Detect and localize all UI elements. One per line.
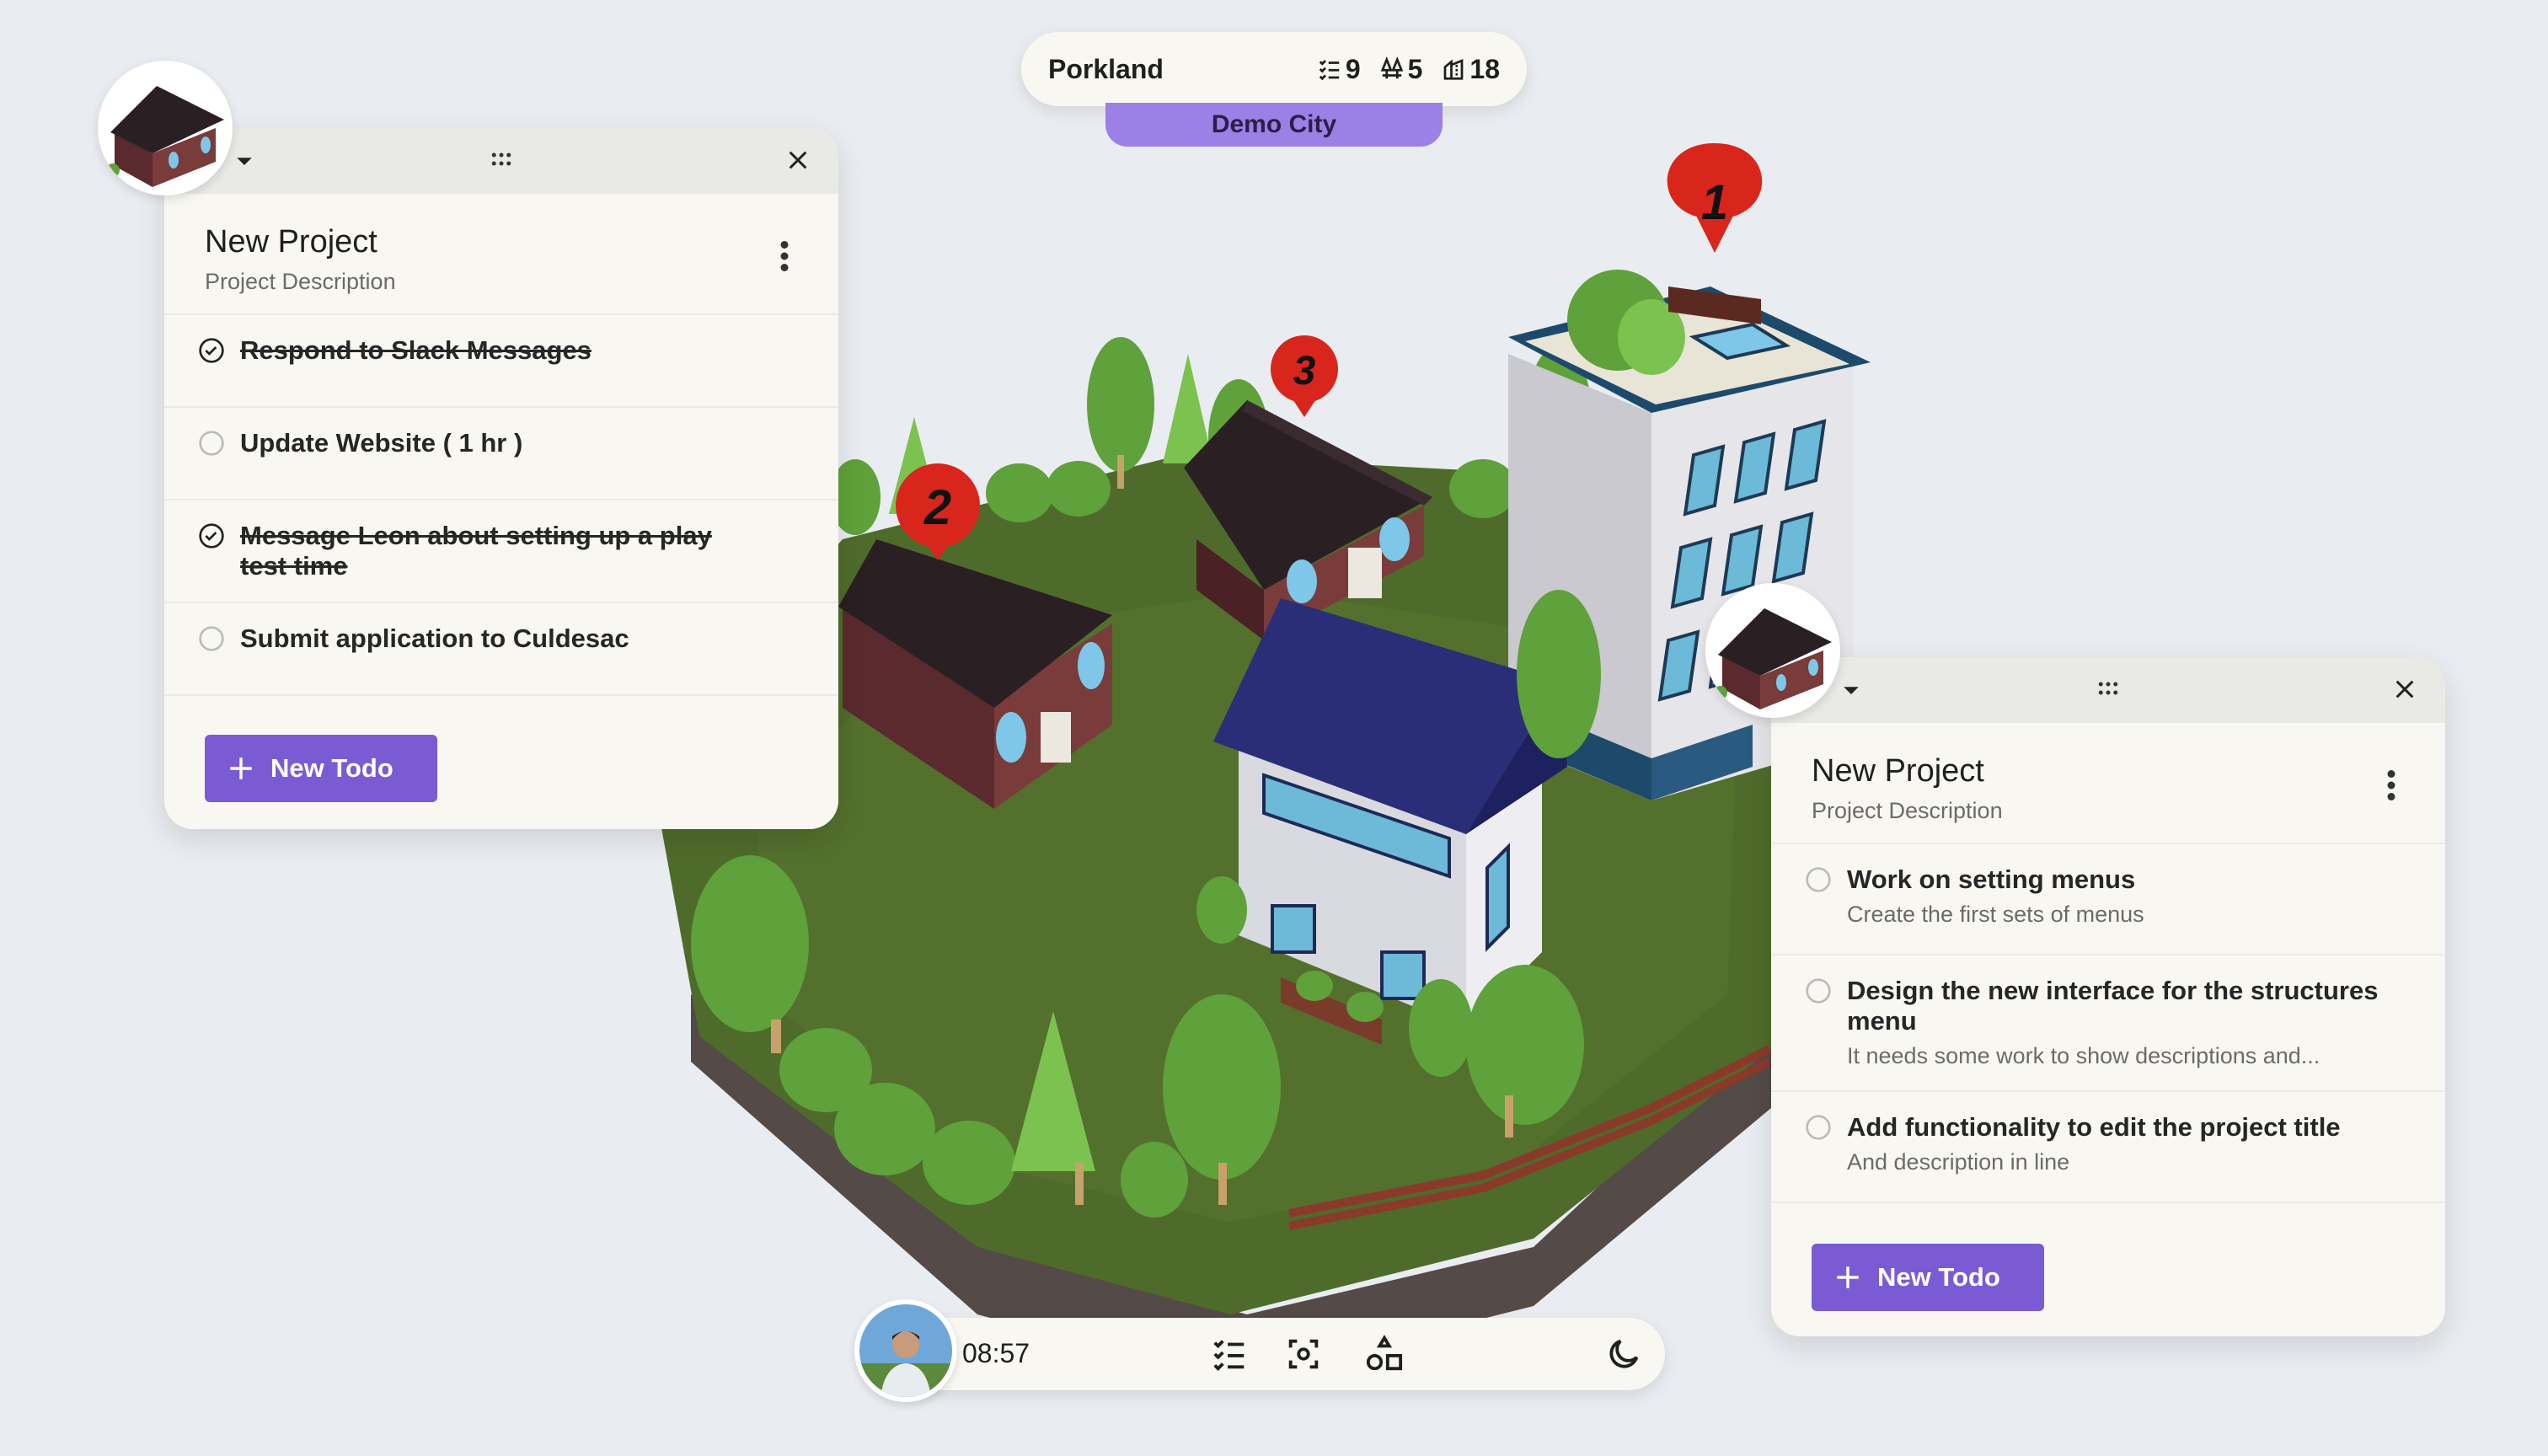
shapes-button[interactable] xyxy=(1365,1335,1404,1373)
project-description[interactable]: Project Description xyxy=(1812,798,2405,824)
todo-item[interactable]: Submit application to Culdesac xyxy=(164,603,838,696)
svg-text:2: 2 xyxy=(923,480,951,535)
todo-list-button[interactable] xyxy=(1210,1335,1249,1373)
unchecked-circle-icon[interactable] xyxy=(1805,1114,1832,1141)
tree-count: 5 xyxy=(1379,54,1422,85)
todo-item[interactable]: Update Website ( 1 hr ) xyxy=(164,408,838,500)
plus-icon xyxy=(230,757,252,779)
todo-title: Add functionality to edit the project ti… xyxy=(1847,1112,2341,1142)
drag-handle-icon[interactable] xyxy=(2096,676,2121,701)
todo-count: 9 xyxy=(1317,54,1361,85)
project-title[interactable]: New Project xyxy=(205,224,798,260)
project-panel-right: New Project Project Description Work on … xyxy=(1771,657,2445,1336)
todo-subtitle: Create the first sets of menus xyxy=(1847,902,2144,927)
todo-item[interactable]: Work on setting menus Create the first s… xyxy=(1771,844,2445,956)
more-options-icon[interactable] xyxy=(779,241,790,271)
panel-header[interactable] xyxy=(164,128,838,194)
new-todo-button[interactable]: New Todo xyxy=(205,735,437,802)
chevron-down-icon[interactable] xyxy=(232,148,257,174)
panel-header[interactable] xyxy=(1771,657,2445,723)
buildings-icon xyxy=(1444,58,1464,80)
unchecked-circle-icon[interactable] xyxy=(1805,866,1832,893)
todo-title: Respond to Slack Messages xyxy=(240,335,592,365)
unchecked-circle-icon[interactable] xyxy=(198,625,225,652)
house-icon xyxy=(1714,608,1832,709)
trees-icon xyxy=(1380,56,1403,79)
city-name: Porkland xyxy=(1048,53,1164,84)
user-avatar[interactable] xyxy=(854,1299,957,1402)
todo-subtitle: And description in line xyxy=(1847,1149,2070,1175)
todo-item[interactable]: Design the new interface for the structu… xyxy=(1771,956,2445,1092)
house-icon xyxy=(106,86,224,187)
todo-subtitle: It needs some work to show descriptions … xyxy=(1847,1043,2320,1068)
chevron-down-icon[interactable] xyxy=(1839,677,1864,703)
todo-list: Respond to Slack Messages Update Website… xyxy=(164,315,838,696)
checked-circle-icon[interactable] xyxy=(198,337,225,364)
checklist-icon xyxy=(1319,60,1340,81)
todo-list: Work on setting menus Create the first s… xyxy=(1771,844,2445,1203)
todo-list-icon xyxy=(1213,1340,1245,1371)
project-description[interactable]: Project Description xyxy=(205,269,798,295)
building-count: 18 xyxy=(1441,54,1500,85)
map-marker-1: 1 xyxy=(1667,143,1763,253)
focus-button[interactable] xyxy=(1284,1335,1323,1373)
city-stats-bar: Porkland 9 5 18 xyxy=(1021,32,1527,106)
drag-handle-icon[interactable] xyxy=(489,147,514,172)
user-photo xyxy=(859,1304,952,1397)
close-icon[interactable] xyxy=(2393,677,2417,701)
todo-title: Update Website ( 1 hr ) xyxy=(240,428,523,458)
focus-icon xyxy=(1288,1339,1319,1369)
project-header: New Project Project Description xyxy=(1771,723,2445,844)
unchecked-circle-icon[interactable] xyxy=(198,430,225,457)
todo-item[interactable]: Message Leon about setting up a play tes… xyxy=(164,500,838,603)
shapes-icon xyxy=(1366,1335,1403,1371)
close-icon[interactable] xyxy=(786,148,810,172)
todo-title: Message Leon about setting up a play tes… xyxy=(240,521,712,581)
project-house-avatar[interactable] xyxy=(98,61,233,195)
project-title[interactable]: New Project xyxy=(1812,753,2405,790)
todo-title: Work on setting menus xyxy=(1847,864,2136,894)
city-badge[interactable]: Demo City xyxy=(1105,103,1443,147)
unchecked-circle-icon[interactable] xyxy=(1805,977,1832,1004)
svg-text:3: 3 xyxy=(1293,349,1316,393)
map-marker-3: 3 xyxy=(1271,335,1338,417)
theme-toggle-button[interactable] xyxy=(1604,1335,1643,1373)
new-todo-button[interactable]: New Todo xyxy=(1812,1244,2044,1311)
svg-text:1: 1 xyxy=(1701,175,1728,230)
more-options-icon[interactable] xyxy=(2386,770,2396,800)
project-panel-left: New Project Project Description Respond … xyxy=(164,128,838,829)
plus-icon xyxy=(1837,1266,1859,1288)
todo-title: Submit application to Culdesac xyxy=(240,624,629,653)
project-house-avatar[interactable] xyxy=(1705,583,1840,718)
todo-item[interactable]: Add functionality to edit the project ti… xyxy=(1771,1092,2445,1203)
todo-title: Design the new interface for the structu… xyxy=(1847,976,2379,1036)
project-header: New Project Project Description xyxy=(164,194,838,315)
todo-item[interactable]: Respond to Slack Messages xyxy=(164,315,838,408)
checked-circle-icon[interactable] xyxy=(198,522,225,549)
moon-icon xyxy=(1609,1339,1639,1368)
clock: 08:57 xyxy=(962,1338,1030,1368)
